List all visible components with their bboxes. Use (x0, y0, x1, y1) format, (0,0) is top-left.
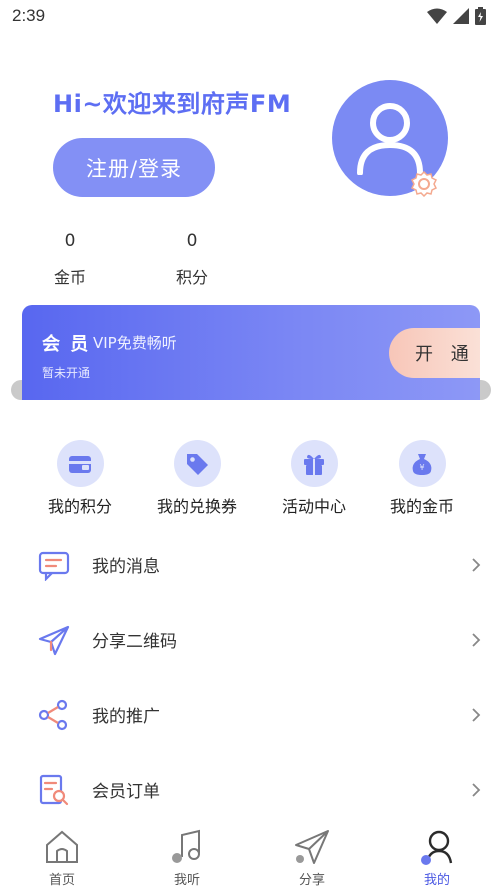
menu-my-promotion[interactable]: 我的推广 (0, 689, 500, 739)
music-icon (172, 829, 200, 863)
greeting-title: Hi~欢迎来到府声FM (53, 90, 292, 118)
gift-icon (290, 440, 338, 487)
stat-points[interactable]: 0 积分 (152, 231, 232, 288)
tab-share-label: 分享 (298, 873, 325, 888)
wifi-icon (427, 8, 447, 24)
stat-points-value: 0 (186, 231, 198, 251)
vip-subtitle: VIP免费畅听 (93, 334, 177, 352)
tab-listen[interactable]: 我听 (142, 823, 232, 888)
vip-title: 会 员 (42, 334, 91, 355)
quick-my-coupons[interactable]: 我的兑换券 (142, 440, 252, 517)
login-button[interactable]: 注册/登录 (53, 138, 215, 197)
signal-icon (453, 8, 469, 24)
chevron-right-icon (472, 558, 481, 572)
coin-bag-icon: ¥ (398, 440, 446, 487)
user-icon (357, 103, 423, 175)
tab-home[interactable]: 首页 (17, 823, 107, 888)
message-icon (38, 551, 70, 581)
vip-status: 暂未开通 (42, 366, 91, 380)
menu-my-messages[interactable]: 我的消息 (0, 539, 500, 589)
tab-home-label: 首页 (48, 873, 75, 888)
vip-card[interactable]: 会 员 VIP免费畅听 暂未开通 开 通 (22, 305, 480, 400)
menu-share-qrcode-label: 分享二维码 (92, 632, 177, 652)
chevron-right-icon (472, 708, 481, 722)
coupon-icon (173, 440, 221, 487)
menu-my-messages-label: 我的消息 (92, 557, 160, 577)
paper-plane-icon (295, 830, 329, 864)
tab-mine-label: 我的 (423, 873, 450, 888)
quick-my-points[interactable]: 我的积分 (25, 440, 135, 517)
send-icon (38, 625, 70, 656)
status-time: 2:39 (12, 6, 46, 25)
status-bar: 2:39 (0, 0, 500, 34)
stat-coins-label: 金币 (53, 268, 86, 287)
status-icons (427, 7, 486, 25)
settings-gear-icon[interactable] (411, 171, 437, 197)
vip-open-button[interactable]: 开 通 (389, 328, 480, 378)
quick-activity-center-label: 活动中心 (281, 497, 346, 516)
tab-listen-label: 我听 (173, 873, 200, 888)
chevron-right-icon (472, 783, 481, 797)
order-icon (39, 774, 69, 806)
stat-coins-value: 0 (64, 231, 76, 251)
menu-my-promotion-label: 我的推广 (92, 707, 160, 727)
menu-vip-orders-label: 会员订单 (92, 782, 160, 802)
home-icon (46, 830, 78, 863)
stat-coins[interactable]: 0 金币 (30, 231, 110, 288)
battery-icon (475, 7, 486, 25)
bottom-tab-bar: 首页 我听 分享 我的 (0, 823, 500, 889)
svg-text:¥: ¥ (419, 463, 424, 472)
tab-mine[interactable]: 我的 (392, 823, 482, 888)
profile-icon (421, 830, 453, 865)
quick-my-coins-label: 我的金币 (389, 497, 454, 516)
quick-my-points-label: 我的积分 (47, 497, 112, 516)
menu-vip-orders[interactable]: 会员订单 (0, 764, 500, 814)
points-icon (56, 440, 104, 487)
quick-my-coupons-label: 我的兑换券 (156, 497, 237, 516)
tab-share[interactable]: 分享 (267, 823, 357, 888)
menu-share-qrcode[interactable]: 分享二维码 (0, 614, 500, 664)
quick-activity-center[interactable]: 活动中心 (259, 440, 369, 517)
chevron-right-icon (472, 633, 481, 647)
quick-my-coins[interactable]: ¥ 我的金币 (367, 440, 477, 517)
stat-points-label: 积分 (175, 268, 208, 287)
share-icon (38, 699, 68, 731)
